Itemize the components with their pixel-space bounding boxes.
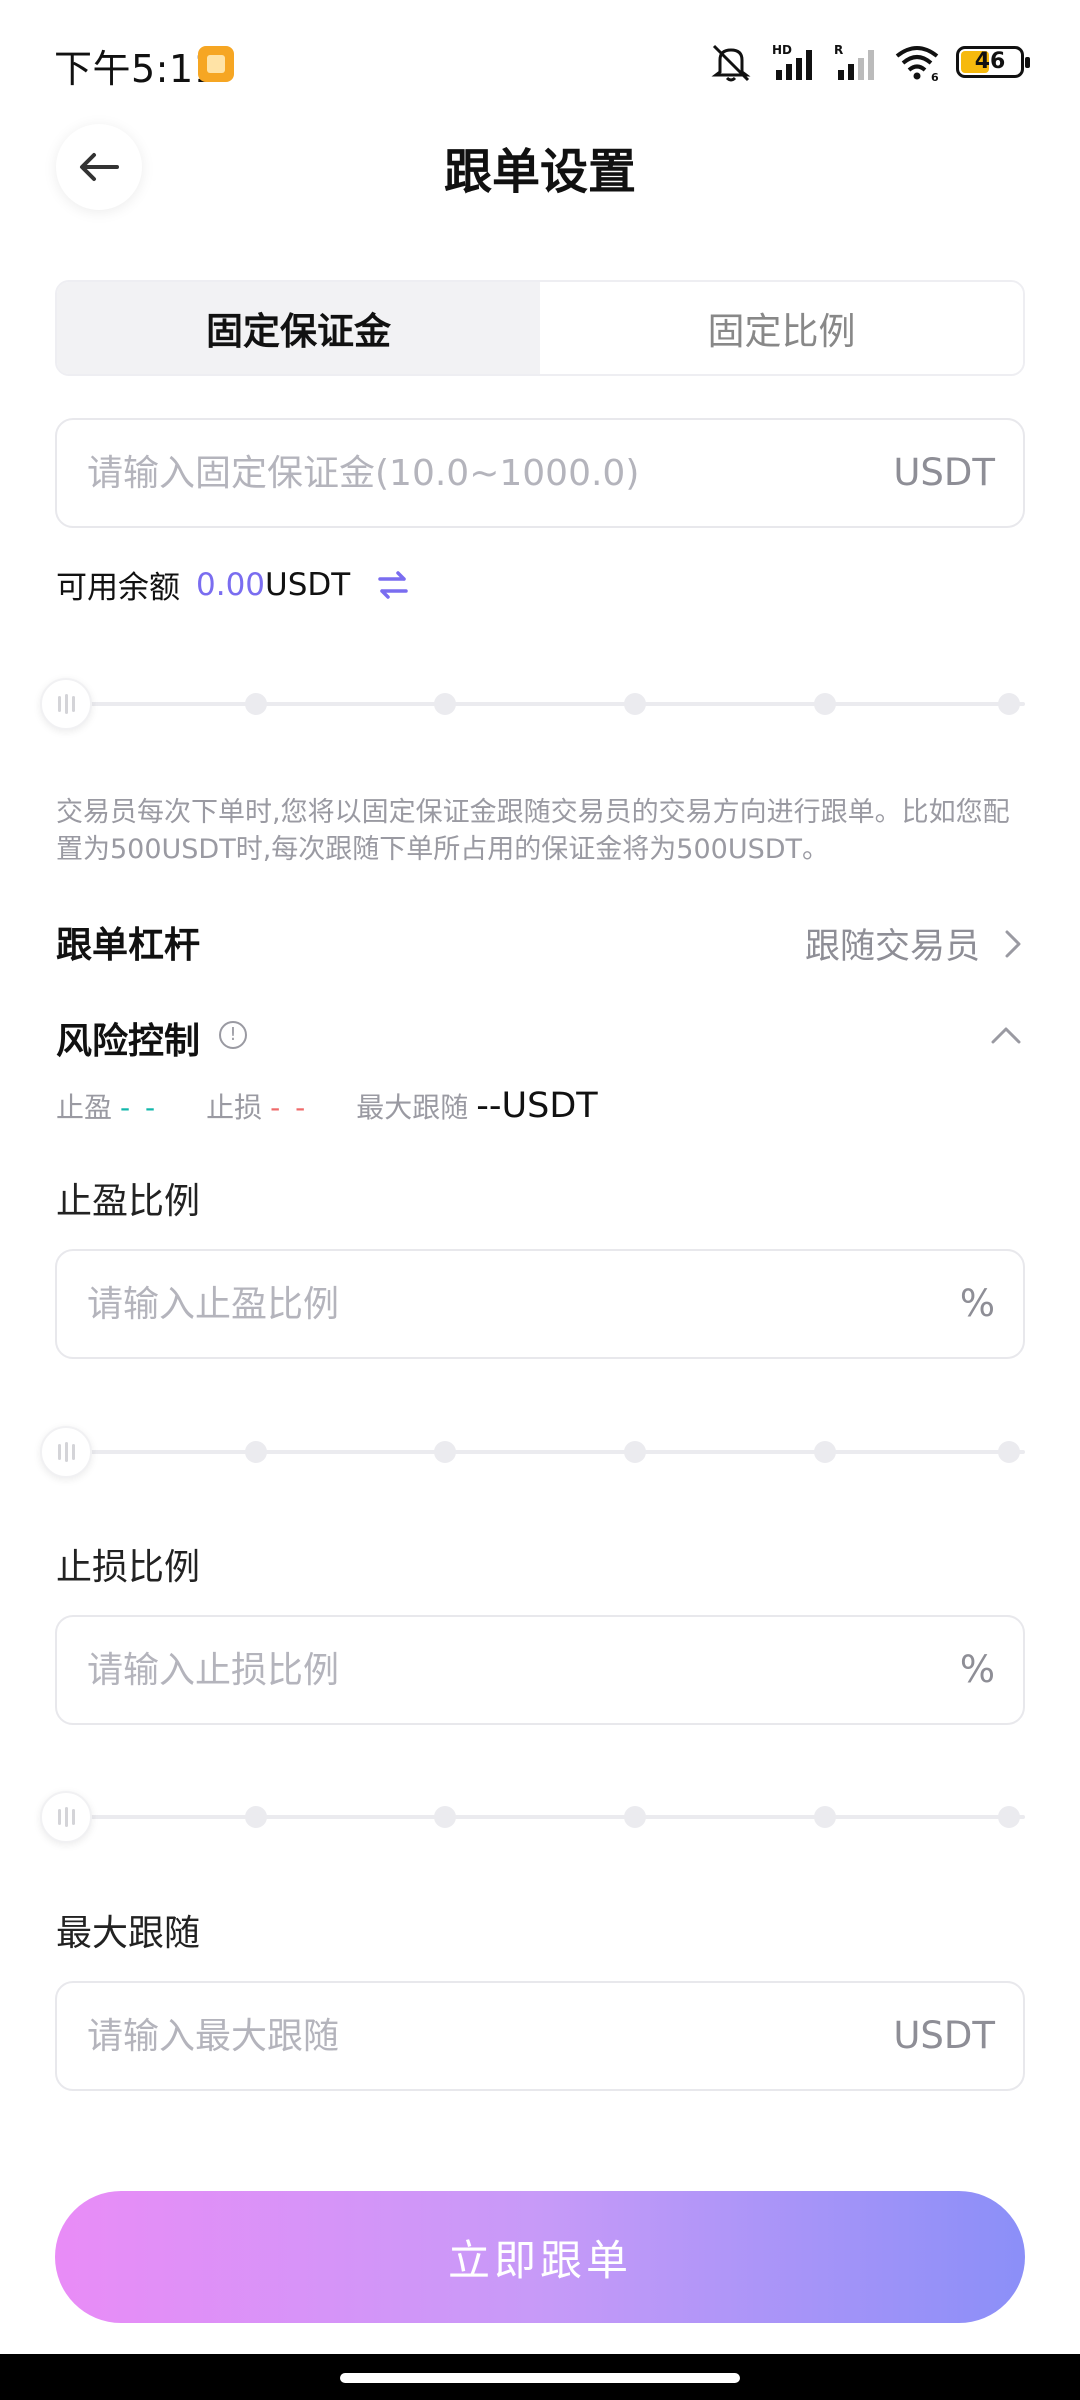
take-profit-label: 止盈比例 <box>56 1181 201 1222</box>
slider-tick[interactable] <box>814 1806 836 1828</box>
max-follow-summary-label: 最大跟随 <box>356 1091 469 1124</box>
max-follow-unit: USDT <box>893 2014 995 2057</box>
slider-tick[interactable] <box>624 1441 646 1463</box>
status-icons: HD R 6 46 <box>708 40 1030 84</box>
battery-icon: 46 <box>956 46 1030 78</box>
status-time: 下午5:11 <box>54 47 219 91</box>
risk-control-label: 风险控制 <box>56 1021 201 1062</box>
slider-thumb[interactable] <box>40 678 92 730</box>
chevron-right-icon <box>1005 930 1021 957</box>
stop-loss-summary-label: 止损 <box>206 1091 263 1124</box>
leverage-value: 跟随交易员 <box>804 927 980 967</box>
slider-tick[interactable] <box>245 1806 267 1828</box>
slider-track <box>60 1815 1025 1819</box>
balance-unit: USDT <box>265 566 351 603</box>
info-icon[interactable]: ! <box>219 1021 247 1049</box>
margin-unit: USDT <box>893 451 995 494</box>
slider-tick[interactable] <box>245 1441 267 1463</box>
stop-loss-field: % <box>55 1615 1025 1725</box>
system-nav-bar <box>0 2354 1080 2400</box>
signal-hd-icon: HD <box>772 43 812 80</box>
notification-app-icon <box>198 46 234 82</box>
margin-slider[interactable] <box>40 678 1025 730</box>
stop-loss-unit: % <box>959 1648 995 1691</box>
slider-tick[interactable] <box>434 693 456 715</box>
slider-track <box>60 1450 1025 1454</box>
transfer-icon[interactable] <box>376 568 410 602</box>
take-profit-summary-label: 止盈 <box>56 1091 113 1124</box>
battery-level: 46 <box>974 49 1006 74</box>
copy-trade-settings-page: 下午5:11 HD R 6 46 跟单设置 固定保证金 固定比例 请输入固定保证… <box>0 0 1080 2400</box>
max-follow-input[interactable] <box>87 1983 867 2089</box>
wifi-icon: 6 <box>895 46 939 82</box>
stop-loss-slider[interactable] <box>40 1791 1025 1843</box>
slider-thumb[interactable] <box>40 1426 92 1478</box>
wifi-label: 6 <box>931 71 939 82</box>
page-title: 跟单设置 <box>443 144 636 200</box>
slider-track <box>60 702 1025 706</box>
mute-bell-icon <box>711 44 751 82</box>
take-profit-input[interactable] <box>87 1251 867 1357</box>
slider-tick[interactable] <box>998 693 1020 715</box>
stop-loss-summary-value: - - <box>270 1091 309 1124</box>
slider-tick[interactable] <box>434 1441 456 1463</box>
follow-now-button[interactable]: 立即跟单 <box>55 2191 1025 2323</box>
hd-label: HD <box>772 43 792 57</box>
slider-thumb[interactable] <box>40 1791 92 1843</box>
tab-fixed-margin[interactable]: 固定保证金 <box>57 282 540 374</box>
home-indicator[interactable] <box>340 2373 740 2383</box>
leverage-label: 跟单杠杆 <box>56 925 201 966</box>
roaming-label: R <box>834 43 843 57</box>
stop-loss-label: 止损比例 <box>56 1547 201 1588</box>
max-follow-summary-value: --USDT <box>476 1086 598 1126</box>
take-profit-field: % <box>55 1249 1025 1359</box>
slider-tick[interactable] <box>998 1441 1020 1463</box>
max-follow-field: USDT <box>55 1981 1025 2091</box>
signal-roaming-icon: R <box>834 43 874 80</box>
slider-tick[interactable] <box>434 1806 456 1828</box>
take-profit-summary-value: - - <box>120 1091 159 1124</box>
mode-tabs: 固定保证金 固定比例 <box>55 280 1025 376</box>
stop-loss-input[interactable] <box>87 1617 867 1723</box>
take-profit-slider[interactable] <box>40 1426 1025 1478</box>
slider-tick[interactable] <box>814 693 836 715</box>
margin-input[interactable] <box>87 420 867 526</box>
slider-tick[interactable] <box>245 693 267 715</box>
slider-tick[interactable] <box>814 1441 836 1463</box>
take-profit-unit: % <box>959 1282 995 1325</box>
max-follow-label: 最大跟随 <box>56 1913 201 1954</box>
balance-label: 可用余额 <box>56 570 180 606</box>
mode-description: 交易员每次下单时,您将以固定保证金跟随交易员的交易方向进行跟单。比如您配置为50… <box>56 797 1010 865</box>
slider-tick[interactable] <box>998 1806 1020 1828</box>
slider-tick[interactable] <box>624 693 646 715</box>
status-bar: 下午5:11 HD R 6 46 <box>0 0 1080 120</box>
tab-fixed-ratio[interactable]: 固定比例 <box>540 282 1023 374</box>
margin-field: USDT <box>55 418 1025 528</box>
chevron-up-icon[interactable] <box>990 1024 1022 1046</box>
leverage-selector[interactable]: 跟随交易员 <box>805 918 1024 969</box>
risk-summary: 止盈 - - 止损 - - 最大跟随 --USDT <box>56 1086 598 1126</box>
balance-amount: 0.00 <box>196 566 266 603</box>
slider-tick[interactable] <box>624 1806 646 1828</box>
available-balance: 可用余额 0.00 USDT <box>56 562 410 607</box>
